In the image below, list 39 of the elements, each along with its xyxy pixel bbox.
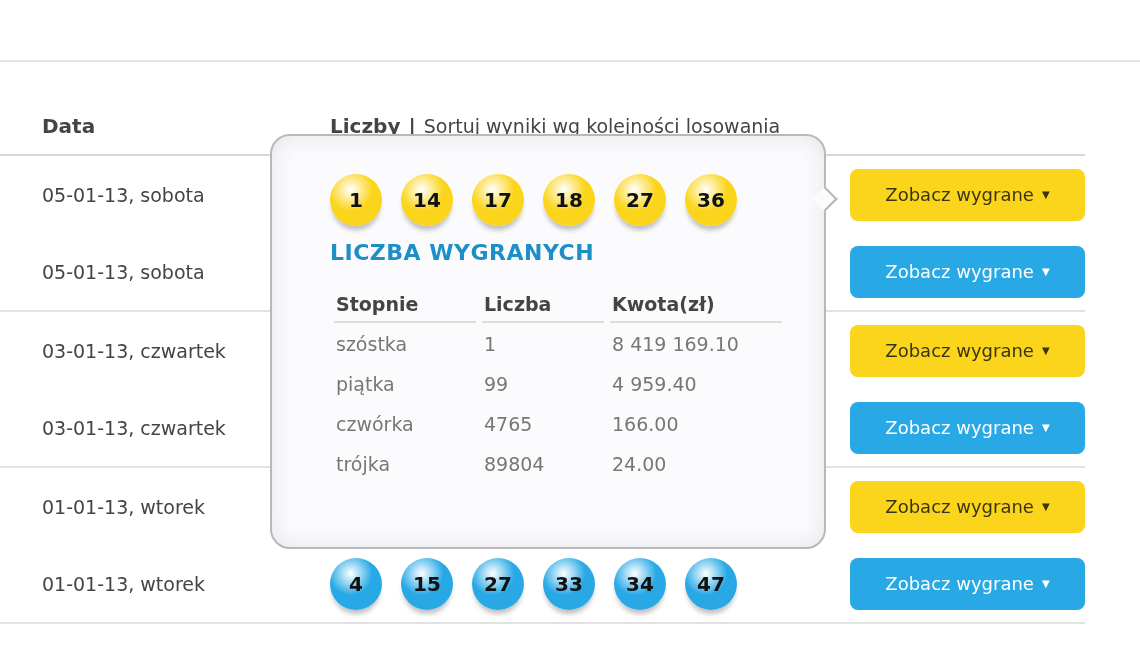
table-cell-text: 99 xyxy=(483,372,510,397)
table-cell-text: 4765 xyxy=(483,412,534,437)
column-header: Liczby xyxy=(330,114,401,138)
table-cell-text: szóstka xyxy=(335,332,409,357)
column-header: Data xyxy=(41,114,97,138)
date-text: 01-01-13, wtorek xyxy=(41,572,207,595)
table-cell-text: 24.00 xyxy=(611,452,668,477)
date-text: 05-01-13, sobota xyxy=(41,183,206,206)
column-header: Kwota(zł) xyxy=(610,293,782,323)
see-winnings-button[interactable]: Zobacz wygrane ▼ xyxy=(850,324,1085,377)
column-header: Stopnie xyxy=(334,293,476,323)
table-cell-text: 4 959.40 xyxy=(611,372,698,397)
lottery-ball: 27 xyxy=(472,557,524,610)
table-cell-text: piątka xyxy=(335,372,396,397)
table-cell-text: 89804 xyxy=(483,452,546,477)
table-cell-text: 1 xyxy=(483,332,498,357)
date-text: 03-01-13, czwartek xyxy=(41,416,227,439)
lottery-ball: 15 xyxy=(401,557,453,610)
date-text: 01-01-13, wtorek xyxy=(41,495,207,518)
lottery-ball: 33 xyxy=(543,557,595,610)
lottery-ball: 36 xyxy=(685,174,737,226)
table-cell-text: 166.00 xyxy=(611,412,680,437)
see-winnings-button[interactable]: Zobacz wygrane ▼ xyxy=(850,480,1085,533)
lottery-ball: 1 xyxy=(330,174,382,226)
date-text: 03-01-13, czwartek xyxy=(41,339,227,362)
table-cell-text: czwórka xyxy=(335,412,415,437)
popup-title: LICZBA WYGRANYCH xyxy=(330,240,596,265)
lottery-ball: 14 xyxy=(401,174,453,226)
lottery-ball: 47 xyxy=(685,557,737,610)
see-winnings-button[interactable]: Zobacz wygrane ▼ xyxy=(850,168,1085,221)
lottery-ball: 17 xyxy=(472,174,524,226)
table-cell-text: 8 419 169.10 xyxy=(611,332,740,357)
lottery-ball: 18 xyxy=(543,174,595,226)
table-cell-text: trójka xyxy=(335,452,392,477)
column-header: Liczba xyxy=(482,293,604,323)
date-text: 05-01-13, sobota xyxy=(41,260,206,283)
lottery-ball: 27 xyxy=(614,174,666,226)
lottery-ball: 4 xyxy=(330,557,382,610)
lottery-ball: 34 xyxy=(614,557,666,610)
